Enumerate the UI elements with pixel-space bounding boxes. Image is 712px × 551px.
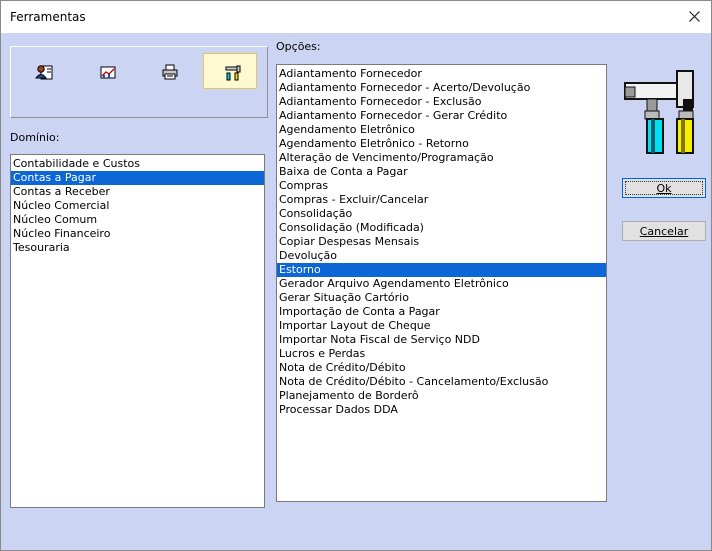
options-list-item[interactable]: Adiantamento Fornecedor xyxy=(277,67,606,81)
options-list-item[interactable]: Importação de Conta a Pagar xyxy=(277,305,606,319)
options-list-item[interactable]: Processar Dados DDA xyxy=(277,403,606,417)
options-list-item[interactable]: Consolidação xyxy=(277,207,606,221)
options-list-item[interactable]: Estorno xyxy=(277,263,606,277)
options-list-item[interactable]: Compras xyxy=(277,179,606,193)
options-list-item[interactable]: Adiantamento Fornecedor - Exclusão xyxy=(277,95,606,109)
options-list-item[interactable]: Planejamento de Borderô xyxy=(277,389,606,403)
close-icon xyxy=(689,11,700,22)
domain-list-item[interactable]: Núcleo Comercial xyxy=(11,199,264,213)
chart-icon xyxy=(100,66,116,79)
options-list-item[interactable]: Nota de Crédito/Débito - Cancelamento/Ex… xyxy=(277,375,606,389)
options-list-item[interactable]: Lucros e Perdas xyxy=(277,347,606,361)
cancel-button[interactable]: Cancelar xyxy=(622,221,706,241)
options-list-item[interactable]: Agendamento Eletrônico - Retorno xyxy=(277,137,606,151)
options-list-item[interactable]: Alteração de Vencimento/Programação xyxy=(277,151,606,165)
tool-button-print[interactable] xyxy=(141,53,195,89)
window-title: Ferramentas xyxy=(10,10,86,24)
tool-button-chart[interactable] xyxy=(79,53,133,89)
tools-icon xyxy=(225,65,241,81)
options-list-item[interactable]: Adiantamento Fornecedor - Acerto/Devoluç… xyxy=(277,81,606,95)
cancel-button-text: Cancelar xyxy=(639,225,689,238)
options-list-item[interactable]: Gerar Situação Cartório xyxy=(277,291,606,305)
ok-button[interactable]: Ok xyxy=(622,178,706,198)
options-label: Opções: xyxy=(276,40,321,53)
tool-button-user[interactable] xyxy=(15,53,69,89)
domain-list-item[interactable]: Contas a Pagar xyxy=(11,171,264,185)
close-button[interactable] xyxy=(677,1,711,33)
cancel-button-label: Cancelar xyxy=(623,225,705,238)
printer-icon xyxy=(162,64,178,80)
user-card-icon xyxy=(35,65,53,80)
options-list-item[interactable]: Nota de Crédito/Débito xyxy=(277,361,606,375)
domain-list-item[interactable]: Contas a Receber xyxy=(11,185,264,199)
domain-list[interactable]: Contabilidade e Custos Contas a Pagar Cont… xyxy=(10,154,265,508)
domain-list-item[interactable]: Núcleo Financeiro xyxy=(11,227,264,241)
ferramentas-dialog: Ferramentas Domínio: Contabilidade e Cus… xyxy=(0,0,712,551)
options-list-item[interactable]: Adiantamento Fornecedor - Gerar Crédito xyxy=(277,109,606,123)
options-list-item[interactable]: Gerador Arquivo Agendamento Eletrônico xyxy=(277,277,606,291)
options-list-item[interactable]: Baixa de Conta a Pagar xyxy=(277,165,606,179)
ok-button-text: Ok xyxy=(656,182,672,195)
options-list-item[interactable]: Copiar Despesas Mensais xyxy=(277,235,606,249)
tools-large-icon xyxy=(621,67,699,155)
options-list-item[interactable]: Importar Layout de Cheque xyxy=(277,319,606,333)
tool-button-tools[interactable] xyxy=(203,53,257,89)
options-list-item[interactable]: Importar Nota Fiscal de Serviço NDD xyxy=(277,333,606,347)
ok-button-label: Ok xyxy=(623,182,705,195)
options-list-item[interactable]: Compras - Excluir/Cancelar xyxy=(277,193,606,207)
domain-list-item[interactable]: Tesouraria xyxy=(11,241,264,255)
domain-list-item[interactable]: Núcleo Comum xyxy=(11,213,264,227)
domain-label: Domínio: xyxy=(10,131,60,144)
options-list-item[interactable]: Consolidação (Modificada) xyxy=(277,221,606,235)
options-list-item[interactable]: Agendamento Eletrônico xyxy=(277,123,606,137)
module-toolbar xyxy=(10,46,268,118)
options-list-item[interactable]: Devolução xyxy=(277,249,606,263)
domain-list-item[interactable]: Contabilidade e Custos xyxy=(11,157,264,171)
options-list[interactable]: Adiantamento Fornecedor Adiantamento Forn… xyxy=(276,64,607,502)
title-bar: Ferramentas xyxy=(1,1,711,33)
